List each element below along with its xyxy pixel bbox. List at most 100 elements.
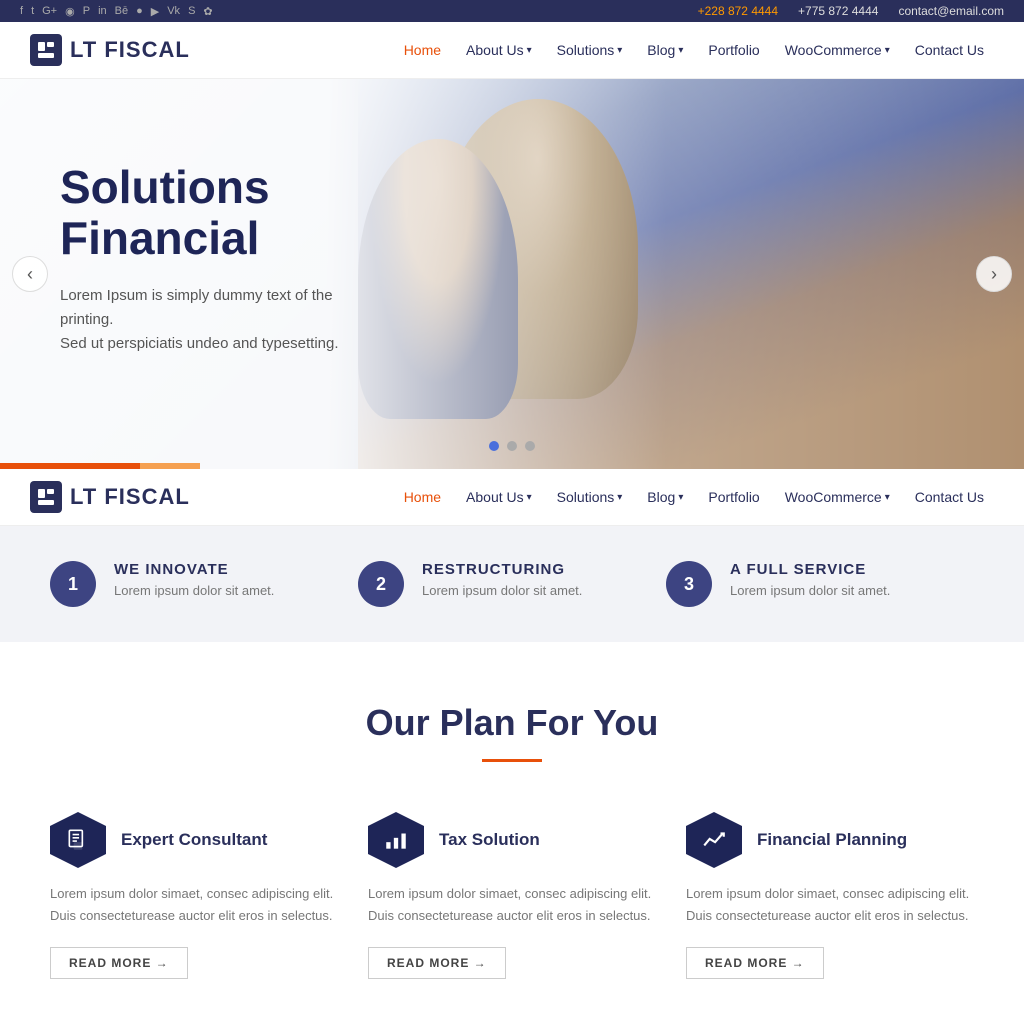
contact-info: +228 872 4444 +775 872 4444 contact@emai… [698, 4, 1004, 18]
nav-solutions[interactable]: Solutions▾ [547, 36, 633, 64]
nav-about[interactable]: About Us▾ [456, 36, 542, 64]
plan-card-3: Financial Planning Lorem ipsum dolor sim… [686, 812, 974, 979]
plan-section: Our Plan For You Expert Consultant Lorem… [0, 642, 1024, 1029]
hero-progress-bar-secondary [140, 463, 200, 469]
hero-next-button[interactable]: › [976, 256, 1012, 292]
hero-subtitle: Lorem Ipsum is simply dummy text of the … [60, 284, 390, 356]
nav-blog[interactable]: Blog▾ [637, 36, 693, 64]
yt-icon[interactable]: ▶ [151, 5, 159, 18]
hero-dot-1[interactable] [489, 441, 499, 451]
sticky-nav-blog[interactable]: Blog▾ [637, 483, 693, 511]
hero-content: Solutions Financial Lorem Ipsum is simpl… [0, 162, 450, 385]
sticky-logo[interactable]: LT FISCAL [30, 481, 190, 513]
hero-progress [0, 463, 200, 469]
read-more-btn-2[interactable]: READ MORE → [368, 947, 506, 979]
logo-text: LT FISCAL [70, 37, 190, 63]
fb-icon[interactable]: f [20, 5, 23, 17]
sticky-logo-icon [30, 481, 62, 513]
rss-icon[interactable]: ◉ [65, 5, 75, 18]
sticky-solutions-arrow: ▾ [617, 492, 622, 503]
sticky-nav-home[interactable]: Home [394, 483, 451, 511]
feature-item-2: 2 RESTRUCTURING Lorem ipsum dolor sit am… [358, 561, 666, 607]
nav-portfolio[interactable]: Portfolio [698, 36, 769, 64]
li-icon[interactable]: in [98, 5, 107, 17]
feature-item-1: 1 WE INNOVATE Lorem ipsum dolor sit amet… [50, 561, 358, 607]
plan-card-title-3: Financial Planning [757, 830, 907, 850]
feature-num-3: 3 [666, 561, 712, 607]
email[interactable]: contact@email.com [898, 4, 1004, 18]
plan-card-desc-3: Lorem ipsum dolor simaet, consec adipisc… [686, 883, 974, 927]
wp-icon[interactable]: ✿ [203, 5, 212, 18]
feature-num-1: 1 [50, 561, 96, 607]
woo-arrow: ▾ [885, 45, 890, 56]
plan-icon-financial [686, 812, 742, 868]
feature-num-2: 2 [358, 561, 404, 607]
phone1[interactable]: +228 872 4444 [698, 4, 778, 18]
plan-card-header-3: Financial Planning [686, 812, 974, 868]
plan-divider [482, 759, 542, 762]
plan-card-title-2: Tax Solution [439, 830, 540, 850]
plan-cards: Expert Consultant Lorem ipsum dolor sima… [50, 812, 974, 979]
plan-card-title-1: Expert Consultant [121, 830, 267, 850]
plan-icon-tax [368, 812, 424, 868]
feature-title-1: WE INNOVATE [114, 561, 274, 578]
hero-prev-button[interactable]: ‹ [12, 256, 48, 292]
nav-woocommerce[interactable]: WooCommerce▾ [775, 36, 900, 64]
feature-text-2: RESTRUCTURING Lorem ipsum dolor sit amet… [422, 561, 582, 598]
feature-desc-1: Lorem ipsum dolor sit amet. [114, 583, 274, 598]
sticky-woo-arrow: ▾ [885, 492, 890, 503]
be-icon[interactable]: Bē [115, 5, 128, 17]
plan-heading: Our Plan For You [50, 702, 974, 744]
gplus-icon[interactable]: G+ [42, 5, 57, 17]
hero-dots [489, 441, 535, 451]
feature-desc-2: Lorem ipsum dolor sit amet. [422, 583, 582, 598]
read-more-btn-1[interactable]: READ MORE → [50, 947, 188, 979]
feature-desc-3: Lorem ipsum dolor sit amet. [730, 583, 890, 598]
feature-title-2: RESTRUCTURING [422, 561, 582, 578]
plan-card-desc-1: Lorem ipsum dolor simaet, consec adipisc… [50, 883, 338, 927]
top-bar: f t G+ ◉ P in Bē ● ▶ Vk S ✿ +228 872 444… [0, 0, 1024, 22]
sticky-nav-contact[interactable]: Contact Us [905, 483, 994, 511]
pin-icon[interactable]: P [83, 5, 90, 17]
nav-contact[interactable]: Contact Us [905, 36, 994, 64]
main-nav: Home About Us▾ Solutions▾ Blog▾ Portfoli… [394, 36, 994, 64]
solutions-arrow: ▾ [617, 45, 622, 56]
read-more-btn-3[interactable]: READ MORE → [686, 947, 824, 979]
feature-item-3: 3 A FULL SERVICE Lorem ipsum dolor sit a… [666, 561, 974, 607]
plan-card-header-1: Expert Consultant [50, 812, 338, 868]
logo[interactable]: LT FISCAL [30, 34, 190, 66]
hero-dot-2[interactable] [507, 441, 517, 451]
plan-card-desc-2: Lorem ipsum dolor simaet, consec adipisc… [368, 883, 656, 927]
sticky-blog-arrow: ▾ [678, 492, 683, 503]
social-links[interactable]: f t G+ ◉ P in Bē ● ▶ Vk S ✿ [20, 5, 213, 18]
plan-card-2: Tax Solution Lorem ipsum dolor simaet, c… [368, 812, 656, 979]
plan-icon-consultant [50, 812, 106, 868]
sticky-nav-portfolio[interactable]: Portfolio [698, 483, 769, 511]
sticky-about-arrow: ▾ [527, 492, 532, 503]
feature-text-3: A FULL SERVICE Lorem ipsum dolor sit ame… [730, 561, 890, 598]
feature-text-1: WE INNOVATE Lorem ipsum dolor sit amet. [114, 561, 274, 598]
sticky-nav-about[interactable]: About Us▾ [456, 483, 542, 511]
vk-icon[interactable]: Vk [167, 5, 180, 17]
hero-section: Solutions Financial Lorem Ipsum is simpl… [0, 79, 1024, 469]
drib-icon[interactable]: ● [136, 5, 143, 17]
hero-progress-bar-active [0, 463, 140, 469]
blog-arrow: ▾ [678, 45, 683, 56]
tw-icon[interactable]: t [31, 5, 34, 17]
sticky-nav: Home About Us▾ Solutions▾ Blog▾ Portfoli… [394, 483, 994, 511]
sk-icon[interactable]: S [188, 5, 195, 17]
plan-card-1: Expert Consultant Lorem ipsum dolor sima… [50, 812, 338, 979]
main-header: LT FISCAL Home About Us▾ Solutions▾ Blog… [0, 22, 1024, 79]
plan-card-header-2: Tax Solution [368, 812, 656, 868]
hero-title: Solutions Financial [60, 162, 390, 263]
sticky-nav-woocommerce[interactable]: WooCommerce▾ [775, 483, 900, 511]
hero-dot-3[interactable] [525, 441, 535, 451]
sticky-nav-solutions[interactable]: Solutions▾ [547, 483, 633, 511]
nav-home[interactable]: Home [394, 36, 451, 64]
about-arrow: ▾ [527, 45, 532, 56]
feature-title-3: A FULL SERVICE [730, 561, 890, 578]
logo-icon [30, 34, 62, 66]
features-bar: 1 WE INNOVATE Lorem ipsum dolor sit amet… [0, 526, 1024, 642]
sticky-header: LT FISCAL Home About Us▾ Solutions▾ Blog… [0, 469, 1024, 526]
phone2[interactable]: +775 872 4444 [798, 4, 878, 18]
